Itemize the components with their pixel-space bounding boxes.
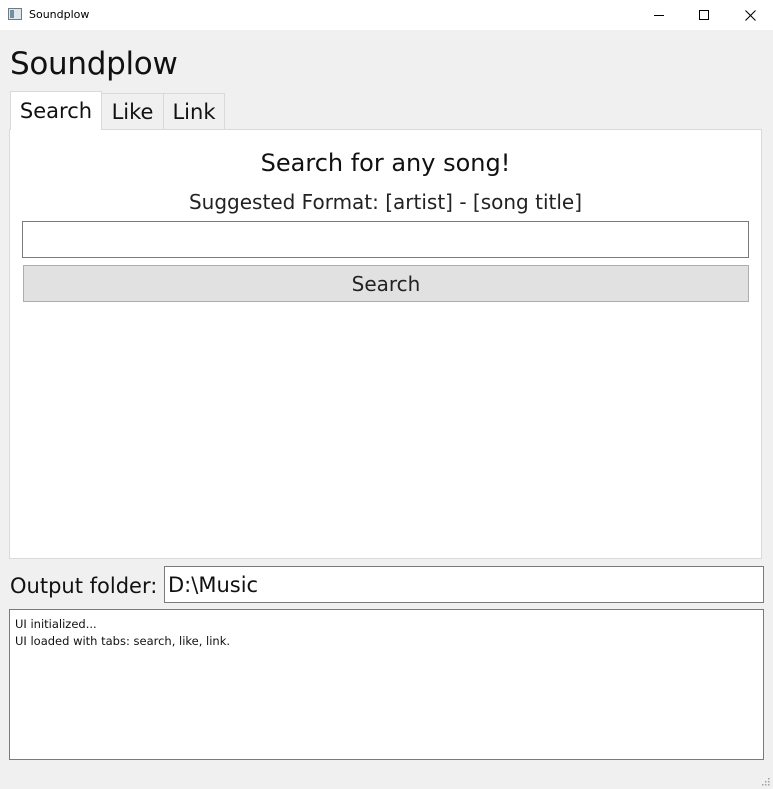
minimize-icon [654,15,664,16]
tab-search[interactable]: Search [10,91,102,130]
minimize-button[interactable] [636,0,682,30]
tab-like[interactable]: Like [101,93,164,130]
output-folder-label: Output folder: [10,574,158,598]
search-heading: Search for any song! [260,149,511,177]
search-tab-panel: Search for any song! Suggested Format: [… [9,129,762,559]
size-grip-icon[interactable] [760,776,770,786]
app-heading: Soundplow [10,46,178,82]
log-line: UI initialized... [15,617,97,631]
app-window-icon [8,8,22,20]
maximize-button[interactable] [681,0,727,30]
output-folder-input[interactable] [164,566,764,603]
maximize-icon [699,10,709,20]
close-button[interactable] [727,0,773,30]
title-bar[interactable]: Soundplow [0,0,773,30]
search-input[interactable] [22,221,749,258]
log-line: UI loaded with tabs: search, like, link. [15,634,231,648]
log-textarea[interactable]: UI initialized... UI loaded with tabs: s… [9,609,764,760]
soundplow-window: Soundplow Soundplow Search Like Link Sea… [0,0,773,789]
search-button[interactable]: Search [23,265,749,302]
close-icon [744,9,756,21]
format-hint: Suggested Format: [artist] - [song title… [188,190,583,214]
tab-link[interactable]: Link [163,93,225,130]
window-title: Soundplow [29,8,90,21]
